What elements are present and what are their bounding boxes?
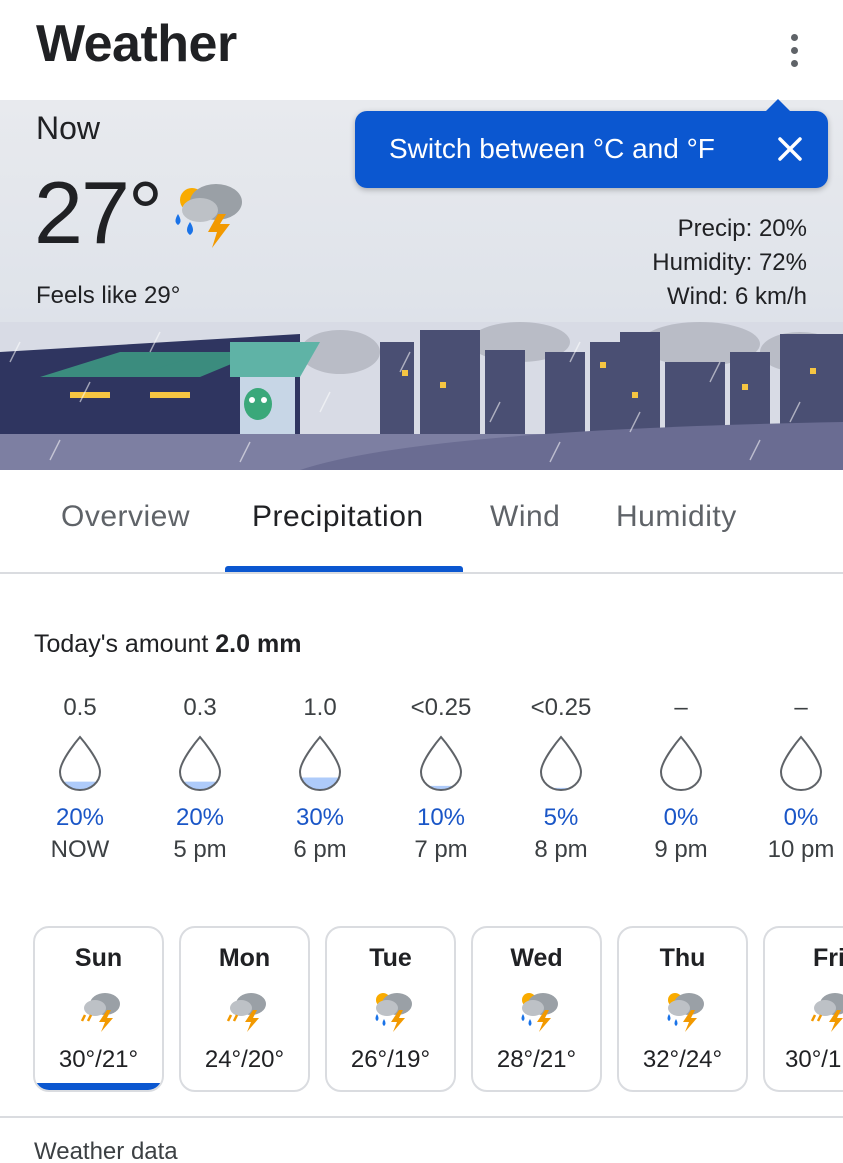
drop-icon	[659, 735, 703, 791]
tooltip-text: Switch between °C and °F	[389, 133, 715, 164]
day-name: Thu	[659, 944, 706, 972]
tab-wind[interactable]: Wind	[490, 500, 560, 534]
day-temp-range: 32°/24°	[642, 1046, 723, 1073]
hourly-precipitation: 0.5 20% NOW 0.3 20% 5 pm 1.0 30% 6 pm <0…	[0, 690, 843, 870]
hour-amount: <0.25	[530, 694, 592, 721]
active-tab-indicator	[225, 566, 463, 572]
tab-bar: Overview Precipitation Wind Humidity	[0, 470, 843, 574]
thunderstorm-icon	[226, 993, 266, 1032]
hour-chance: 0%	[783, 804, 819, 831]
hour-time: 10 pm	[767, 836, 835, 863]
hour-item: <0.25 10% 7 pm	[381, 690, 501, 866]
drop-icon	[419, 735, 463, 791]
tab-humidity[interactable]: Humidity	[616, 500, 737, 534]
humidity-stat: Humidity: 72%	[652, 249, 807, 276]
hour-time: 6 pm	[293, 836, 347, 863]
day-name: Mon	[218, 944, 271, 972]
unit-switch-tooltip[interactable]: Switch between °C and °F	[355, 99, 828, 188]
todays-amount: Today's amount 2.0 mm	[34, 630, 301, 659]
drop-icon	[58, 735, 102, 791]
day-card-thu[interactable]: Thu 32°/24°	[617, 926, 748, 1092]
section-divider	[0, 1116, 843, 1118]
thunderstorm-rain-icon	[521, 993, 558, 1032]
close-icon[interactable]	[774, 133, 806, 165]
hour-chance: 10%	[416, 804, 466, 831]
more-options-icon[interactable]	[778, 30, 810, 70]
hour-chance: 5%	[543, 804, 579, 831]
weather-data-link[interactable]: Weather data	[34, 1138, 178, 1163]
hour-amount: –	[674, 694, 688, 721]
day-card-wed[interactable]: Wed 28°/21°	[471, 926, 602, 1092]
day-name: Tue	[369, 944, 412, 972]
todays-amount-label: Today's amount	[34, 630, 209, 658]
hour-item: 1.0 30% 6 pm	[260, 690, 380, 866]
thunderstorm-rain-icon	[175, 184, 242, 248]
day-temp-range: 28°/21°	[496, 1046, 577, 1073]
day-temp-range: 30°/21°	[58, 1046, 139, 1073]
hour-time: 7 pm	[414, 836, 468, 863]
hour-amount: <0.25	[410, 694, 472, 721]
daily-forecast: Sun 30°/21° Mon 24°/20° Tue 26°/19° Wed	[0, 926, 843, 1094]
hour-time: NOW	[50, 836, 110, 863]
day-temp-range: 24°/20°	[204, 1046, 285, 1073]
hour-item: – 0% 9 pm	[621, 690, 741, 866]
selected-day-indicator	[35, 1083, 162, 1090]
day-temp-range: 26°/19°	[350, 1046, 431, 1073]
drop-icon	[298, 735, 342, 791]
day-name: Wed	[510, 944, 563, 972]
hour-chance: 0%	[663, 804, 699, 831]
hour-time: 8 pm	[534, 836, 588, 863]
hour-item: 0.5 20% NOW	[20, 690, 140, 866]
hour-item: – 0% 10 pm	[741, 690, 843, 866]
hour-item: 0.3 20% 5 pm	[140, 690, 260, 866]
precip-stat: Precip: 20%	[677, 215, 807, 242]
hour-chance: 20%	[55, 804, 105, 831]
rainy-city-illustration	[0, 322, 843, 470]
drop-icon	[779, 735, 823, 791]
app-title: Weather	[36, 15, 237, 73]
day-card-tue[interactable]: Tue 26°/19°	[325, 926, 456, 1092]
thunderstorm-icon	[80, 993, 120, 1032]
day-name: Sun	[74, 944, 123, 972]
day-temp-range: 30°/1	[785, 1046, 842, 1073]
tab-precipitation[interactable]: Precipitation	[252, 500, 424, 534]
thunderstorm-icon	[810, 993, 843, 1032]
day-name: Fri	[813, 944, 843, 972]
thunderstorm-rain-icon	[375, 993, 412, 1032]
hour-amount: 0.3	[183, 694, 217, 721]
todays-amount-value: 2.0 mm	[215, 630, 302, 658]
hour-chance: 20%	[175, 804, 225, 831]
hour-chance: 30%	[295, 804, 345, 831]
drop-icon	[178, 735, 222, 791]
day-card-sun[interactable]: Sun 30°/21°	[33, 926, 164, 1092]
current-stats: Precip: 20% Humidity: 72% Wind: 6 km/h	[652, 212, 807, 314]
tab-overview[interactable]: Overview	[61, 500, 190, 534]
hour-amount: 0.5	[63, 694, 97, 721]
now-label: Now	[36, 110, 101, 146]
drop-icon	[539, 735, 583, 791]
hour-time: 5 pm	[173, 836, 227, 863]
feels-like: Feels like 29°	[36, 282, 181, 309]
hour-time: 9 pm	[654, 836, 708, 863]
current-temperature[interactable]: 27°	[34, 162, 163, 264]
day-card-fri[interactable]: Fri 30°/1	[763, 926, 843, 1092]
hour-amount: 1.0	[303, 694, 337, 721]
wind-stat: Wind: 6 km/h	[666, 283, 807, 310]
day-card-mon[interactable]: Mon 24°/20°	[179, 926, 310, 1092]
hour-amount: –	[794, 694, 808, 721]
hour-item: <0.25 5% 8 pm	[501, 690, 621, 866]
thunderstorm-rain-icon	[667, 993, 704, 1032]
